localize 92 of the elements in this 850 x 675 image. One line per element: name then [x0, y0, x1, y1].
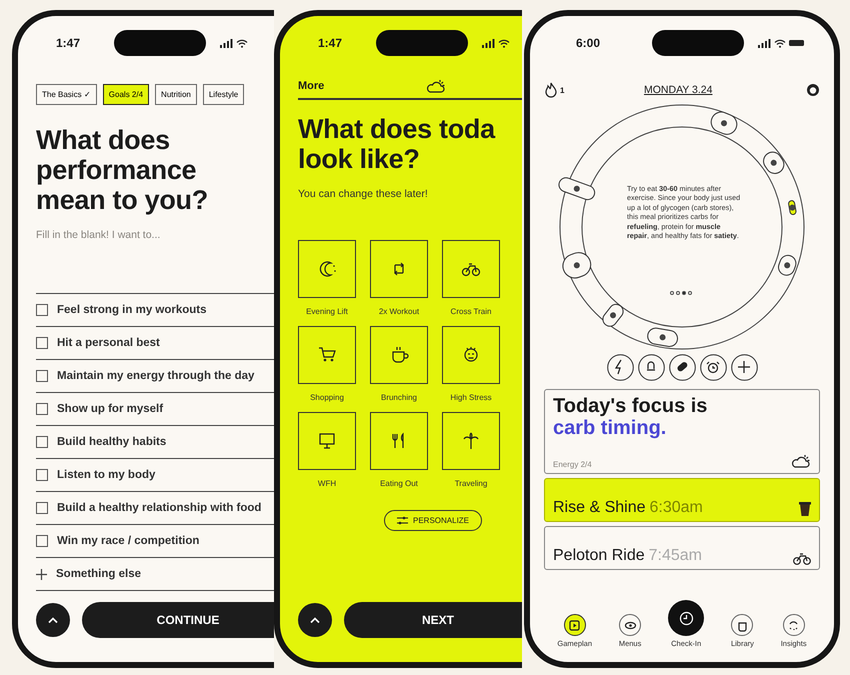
more-link[interactable]: More — [298, 80, 426, 92]
signal-icon — [220, 38, 233, 48]
checkbox[interactable] — [36, 370, 48, 382]
checkbox[interactable] — [36, 436, 48, 448]
option-tile[interactable] — [370, 326, 428, 384]
status-time: 1:47 — [316, 36, 344, 50]
page-dot[interactable] — [676, 291, 680, 295]
page-dot[interactable] — [688, 291, 692, 295]
option-tile[interactable] — [442, 326, 500, 384]
hint-text: You can change these later! — [298, 188, 429, 200]
progress-tab[interactable]: Goals 2/4 — [102, 84, 150, 105]
schedule-time: 6:30am — [650, 499, 703, 516]
back-button[interactable] — [298, 603, 332, 637]
page-dot[interactable] — [670, 291, 674, 295]
option-label[interactable]: Build healthy habits — [57, 436, 166, 448]
status-time: 6:00 — [574, 36, 602, 50]
option-label[interactable]: Something else — [56, 568, 141, 580]
checkbox[interactable] — [36, 304, 48, 316]
palm-tree-icon — [461, 431, 481, 451]
option-tile[interactable] — [298, 326, 356, 384]
tile-label: Brunching — [380, 393, 418, 402]
checkbox[interactable] — [36, 502, 48, 514]
checkbox[interactable] — [36, 337, 48, 349]
flame-icon — [544, 82, 558, 98]
schedule-item-title: Rise & Shine 6:30am — [553, 499, 703, 517]
option-tile[interactable] — [370, 412, 428, 470]
focus-card[interactable]: Today's focus is carb timing. Energy 2/4 — [544, 389, 820, 474]
question-heading: What does toda look like? — [298, 114, 496, 174]
tile-label: Cross Train — [450, 307, 492, 316]
tile-label: Evening Lift — [306, 307, 348, 316]
tile-label: Eating Out — [380, 479, 418, 488]
signal-icon — [482, 38, 495, 48]
sliders-icon — [397, 516, 408, 525]
battery-icon — [789, 39, 805, 47]
schedule-card[interactable]: Rise & Shine 6:30am — [544, 478, 820, 522]
tile-label: 2x Workout — [378, 307, 420, 316]
option-label[interactable]: Maintain my energy through the day — [57, 370, 254, 382]
back-button[interactable] — [36, 603, 70, 637]
streak-count: 1 — [560, 86, 564, 94]
focus-topic: carb timing. — [553, 417, 668, 439]
chevron-up-icon — [309, 616, 321, 624]
monitor-icon — [317, 431, 337, 451]
alarm-clock-icon[interactable] — [700, 354, 726, 381]
option-label[interactable]: Listen to my body — [57, 469, 156, 481]
option-tile[interactable] — [298, 240, 356, 298]
tile-label: WFH — [318, 479, 336, 488]
option-tile[interactable] — [442, 240, 500, 298]
plus-icon — [36, 568, 47, 580]
wifi-icon — [774, 38, 786, 48]
hint-text: Fill in the blank! I want to... — [36, 229, 162, 241]
option-label[interactable]: Build a healthy relationship with food — [57, 502, 262, 514]
schedule-time: 7:45am — [648, 547, 702, 564]
pill-icon[interactable] — [668, 354, 696, 381]
cloud-sun-icon — [791, 453, 811, 469]
progress-tab[interactable]: Nutrition — [155, 84, 197, 105]
wifi-icon — [236, 38, 248, 48]
lightning-icon[interactable] — [606, 354, 634, 381]
option-tile[interactable] — [442, 412, 500, 470]
tile-label: Traveling — [454, 479, 488, 488]
progress-tab[interactable]: Lifestyle — [202, 84, 244, 105]
chevron-up-icon — [47, 616, 59, 624]
energy-level: Energy 2/4 — [553, 460, 592, 469]
tile-label: Shopping — [310, 393, 344, 402]
question-heading: What does performance mean to you? — [36, 125, 209, 215]
option-label[interactable]: Feel strong in my workouts — [57, 304, 207, 316]
option-label[interactable]: Show up for myself — [57, 403, 164, 415]
option-tile[interactable] — [370, 240, 428, 298]
bicycle-icon — [793, 551, 811, 565]
option-label[interactable]: Win my race / competition — [57, 535, 200, 547]
schedule-card[interactable]: Peloton Ride 7:45am — [544, 526, 820, 570]
tile-label: High Stress — [450, 393, 492, 402]
checkbox[interactable] — [36, 469, 48, 481]
next-button[interactable]: NEXT — [344, 602, 522, 638]
personalize-button[interactable]: PERSONALIZE — [384, 510, 482, 531]
option-tile[interactable] — [298, 412, 356, 470]
status-time: 1:47 — [54, 36, 82, 50]
page-dot[interactable] — [682, 291, 686, 295]
cup-icon — [799, 501, 811, 517]
avatar-icon[interactable] — [806, 83, 820, 97]
cloud-sun-icon — [426, 78, 446, 94]
signal-icon — [758, 38, 771, 48]
focus-title: Today's focus is — [553, 395, 708, 417]
option-label[interactable]: Hit a personal best — [57, 337, 160, 349]
moon-icon — [317, 259, 337, 279]
checkbox[interactable] — [36, 403, 48, 415]
wifi-icon — [498, 38, 510, 48]
date-label[interactable]: MONDAY 3.24 — [644, 84, 712, 96]
continue-button[interactable]: CONTINUE — [82, 602, 274, 638]
progress-tab[interactable]: The Basics ✓ — [36, 84, 97, 105]
plus-icon[interactable] — [730, 354, 758, 381]
schedule-item-title: Peloton Ride 7:45am — [553, 547, 702, 565]
checkbox[interactable] — [36, 535, 48, 547]
